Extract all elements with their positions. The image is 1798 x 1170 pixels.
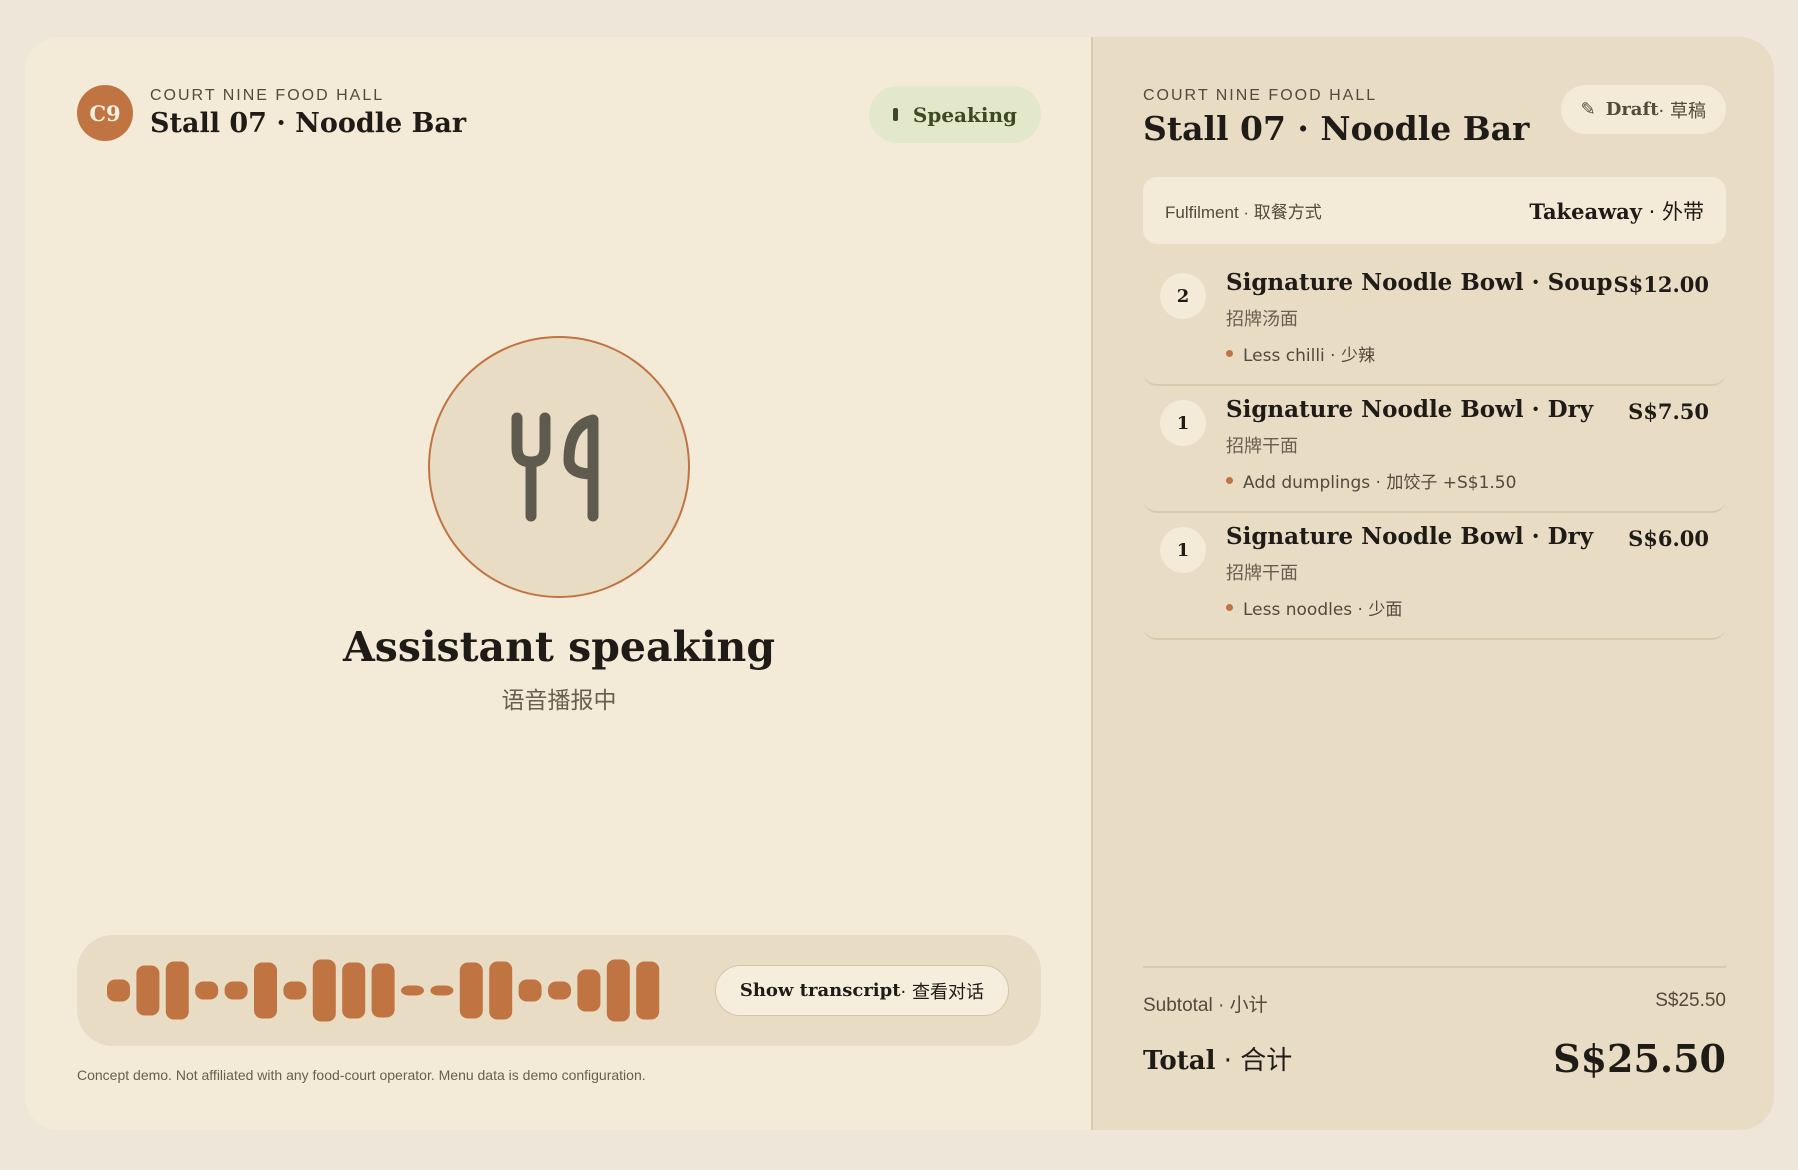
draft-label-cn: · 草稿 [1658,100,1706,122]
order-stall-title: Stall 07 · Noodle Bar [1143,109,1530,148]
fulfilment-value: Takeaway · 外带 [1529,196,1704,226]
venue-name: COURT NINE FOOD HALL [150,87,385,104]
item-quantity: 1 [1160,527,1206,573]
item-name-cn: 招牌干面 [1226,436,1298,457]
waveform-bar [371,963,395,1018]
brand-block: COURT NINE FOOD HALL Stall 07 · Noodle B… [150,87,466,139]
waveform-bar [636,961,660,1020]
item-quantity: 1 [1160,400,1206,446]
item-name: Signature Noodle Bowl · Soup [1226,269,1613,296]
item-modifier-text: Add dumplings · 加饺子 +S$1.50 [1243,473,1517,493]
order-totals: Subtotal · 小计 S$25.50 Total · 合计 S$25.50 [1143,966,1726,1081]
waveform-bar [548,981,571,1000]
speaking-status-pill: Speaking [868,86,1041,143]
waveform-bar [401,985,424,996]
order-items-list: 2 Signature Noodle Bowl · Soup 招牌汤面 Less… [1143,259,1726,640]
disclaimer: Concept demo. Not affiliated with any fo… [77,1067,646,1083]
waveform-bar [283,981,307,1000]
draft-label: Draft [1605,99,1659,120]
subtotal-value: S$25.50 [1655,990,1726,1011]
subtotal-label: Subtotal · 小计 [1143,995,1268,1016]
order-item: 1 Signature Noodle Bowl · Dry 招牌干面 Add d… [1143,386,1726,513]
item-name-cn: 招牌干面 [1226,563,1298,584]
voice-panel: C9 COURT NINE FOOD HALL Stall 07 · Noodl… [25,37,1093,1130]
stall-header: C9 COURT NINE FOOD HALL Stall 07 · Noodl… [77,85,466,141]
show-transcript-button[interactable]: Show transcript · 查看对话 [714,965,1009,1016]
fulfilment-mode-cn: · 外带 [1641,199,1704,224]
waveform-bar [254,962,277,1019]
waveform-bar [489,961,513,1020]
app-frame: C9 COURT NINE FOOD HALL Stall 07 · Noodl… [25,37,1774,1130]
waveform-bar [577,969,601,1012]
waveform-bar [195,981,219,1000]
audio-waveform [107,959,660,1022]
total-label-cn: · 合计 [1215,1046,1293,1076]
waveform-bar [518,979,542,1002]
order-item: 2 Signature Noodle Bowl · Soup 招牌汤面 Less… [1143,259,1726,386]
waveform-bar [224,981,248,1000]
total-label: Total · 合计 [1143,1040,1292,1077]
assistant-avatar [428,336,690,598]
speaking-indicator-icon [892,108,898,121]
waveform-bar [459,962,483,1019]
modifier-bullet-icon [1226,604,1233,611]
fulfilment-mode: Takeaway [1529,198,1642,224]
pencil-icon: ✎ [1580,99,1596,120]
status-subtitle: 语音播报中 [501,688,617,714]
fork-knife-icon [511,412,599,522]
transcript-button-cn: · 查看对话 [900,981,984,1003]
item-quantity: 2 [1160,273,1206,319]
item-price: S$12.00 [1613,272,1709,297]
item-price: S$6.00 [1628,526,1709,551]
waveform-bar [136,965,160,1016]
item-price: S$7.50 [1628,399,1709,424]
speaking-label: Speaking [912,102,1017,127]
modifier-bullet-icon [1226,350,1233,357]
waveform-bar [165,961,189,1020]
item-modifier-text: Less noodles · 少面 [1243,600,1403,620]
total-value: S$25.50 [1553,1036,1726,1081]
item-modifier: Less noodles · 少面 [1226,595,1402,620]
item-modifier: Less chilli · 少辣 [1226,341,1375,366]
subtotal-row: Subtotal · 小计 S$25.50 [1143,990,1726,1017]
stall-title: Stall 07 · Noodle Bar [150,108,467,139]
venue-logo: C9 [77,85,133,141]
item-name: Signature Noodle Bowl · Dry [1226,396,1594,423]
fulfilment-label: Fulfilment · 取餐方式 [1165,203,1322,222]
waveform-bar [312,959,336,1022]
item-modifier-text: Less chilli · 少辣 [1243,346,1375,366]
item-name: Signature Noodle Bowl · Dry [1226,523,1594,550]
total-label-en: Total [1143,1046,1216,1076]
waveform-bar [606,959,630,1022]
waveform-bar [342,962,366,1019]
order-item: 1 Signature Noodle Bowl · Dry 招牌干面 Less … [1143,513,1726,640]
voice-control-bar: Show transcript · 查看对话 [77,935,1041,1046]
draft-status-badge: ✎ Draft · 草稿 [1560,85,1726,134]
status-title: Assistant speaking [342,623,776,671]
fulfilment-row: Fulfilment · 取餐方式 Takeaway · 外带 [1143,177,1726,244]
waveform-bar [430,985,454,996]
total-row: Total · 合计 S$25.50 [1143,1036,1726,1081]
order-venue-name: COURT NINE FOOD HALL [1143,87,1378,104]
waveform-bar [107,979,130,1002]
item-modifier: Add dumplings · 加饺子 +S$1.50 [1226,468,1516,493]
transcript-button-label: Show transcript [739,980,901,1001]
order-panel: COURT NINE FOOD HALL Stall 07 · Noodle B… [1093,37,1774,1130]
modifier-bullet-icon [1226,477,1233,484]
item-name-cn: 招牌汤面 [1226,309,1298,330]
